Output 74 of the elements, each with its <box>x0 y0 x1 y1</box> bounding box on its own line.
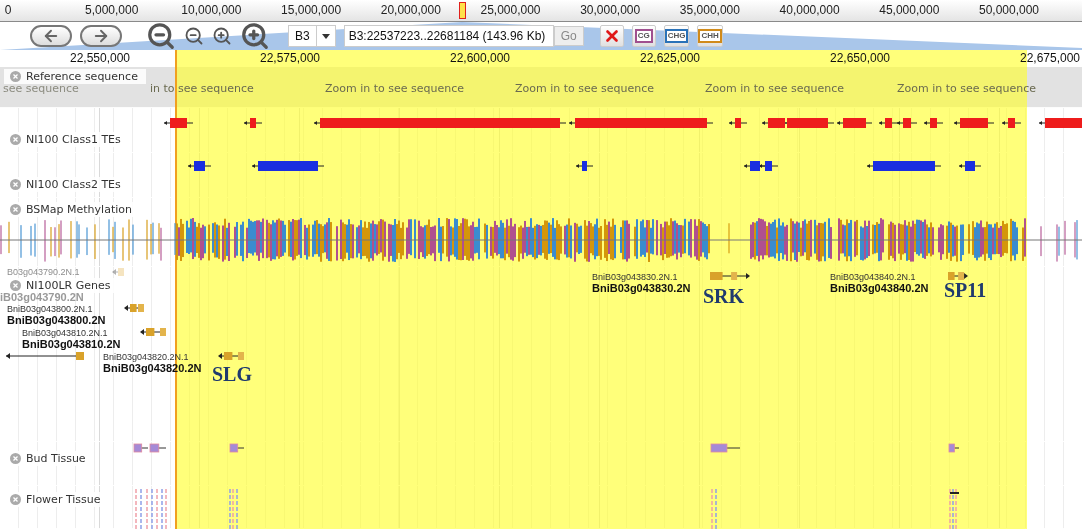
gene-symbol: iB03g043790.2N <box>0 291 84 303</box>
overview-tick-label: 35,000,000 <box>679 3 740 17</box>
ruler-tick-label: 22,550,000 <box>69 51 131 65</box>
gene-model-icon <box>708 271 750 281</box>
zoom-in-button[interactable] <box>212 26 232 46</box>
gene-name: BniB03g043830.2N.1 <box>592 272 678 282</box>
gene-model-icon <box>6 351 86 361</box>
overview-tick-label: 5,000,000 <box>85 3 139 17</box>
zoom-out-button[interactable] <box>184 26 204 46</box>
track-name: NI100LR Genes <box>26 279 111 292</box>
sequence-message: see sequence <box>3 82 79 95</box>
gene-symbol: BniB03g043800.2N <box>7 314 106 326</box>
overview-tick-label: 10,000,000 <box>181 3 242 17</box>
overview-tick-label: 45,000,000 <box>879 3 940 17</box>
zoom-out-icon <box>184 26 204 46</box>
close-icon[interactable] <box>10 71 21 82</box>
sequence-message: Zoom in to see sequence <box>705 82 845 95</box>
sequence-message: in to see sequence <box>150 82 254 95</box>
close-icon[interactable] <box>10 494 21 505</box>
overview-tick-label: 30,000,000 <box>580 3 641 17</box>
track-name: NI100 Class2 TEs <box>26 178 121 191</box>
zoom-in-button[interactable] <box>240 21 270 51</box>
gene-model-icon <box>112 267 126 277</box>
gene-symbol: BniB03g043810.2N <box>22 338 121 350</box>
gene-model-icon <box>946 271 968 281</box>
ruler-tick-label: 22,625,000 <box>639 51 701 65</box>
zoom-out-button[interactable] <box>146 21 176 51</box>
context-filter-button[interactable]: CHG <box>663 25 690 47</box>
overview-tick-label: 25,000,000 <box>480 3 541 17</box>
track-name: Reference sequence <box>26 70 138 83</box>
track-name: Bud Tissue <box>26 452 86 465</box>
ruler-tick-label: 22,650,000 <box>829 51 891 65</box>
caret-icon <box>321 33 330 39</box>
gene-name: BniB03g043810.2N.1 <box>22 328 108 338</box>
overview-tick-label: 50,000,000 <box>978 3 1040 17</box>
context-filter-button[interactable]: CG <box>631 25 656 47</box>
gene-name: B03g043790.2N.1 <box>7 267 80 277</box>
overview-tick-label: 0 <box>4 3 12 17</box>
gene-model-icon <box>124 303 146 313</box>
gene-model-icon <box>140 327 168 337</box>
gene-symbol: BniB03g043830.2N <box>592 282 691 294</box>
back-button[interactable] <box>30 25 72 47</box>
sequence-message: Zoom in to see sequence <box>325 82 465 95</box>
close-icon[interactable] <box>10 453 21 464</box>
close-icon[interactable] <box>10 280 21 291</box>
zoom-out-icon <box>146 21 176 51</box>
context-filter-button[interactable]: CHH <box>697 25 723 47</box>
gene-symbol: BniB03g043840.2N <box>830 282 929 294</box>
gene-model-icon <box>218 351 246 361</box>
close-icon[interactable] <box>10 134 21 145</box>
track-name: BSMap Methylation <box>26 203 132 216</box>
zoom-in-icon <box>240 21 270 51</box>
overview-tick-label: 20,000,000 <box>380 3 441 17</box>
forward-button[interactable] <box>80 25 122 47</box>
zoom-in-icon <box>212 26 232 46</box>
clear-highlight-button[interactable] <box>599 25 624 47</box>
location-field[interactable]: B3:22537223..22681184 (143.96 Kb) <box>343 25 554 47</box>
ruler-tick-label: 22,600,000 <box>449 51 511 65</box>
close-icon[interactable] <box>10 204 21 215</box>
gene-name: BniB03g043800.2N.1 <box>7 304 93 314</box>
overview-tick-label: 40,000,000 <box>779 3 840 17</box>
ruler-tick-label: 22,575,000 <box>259 51 321 65</box>
track-name: NI100 Class1 TEs <box>26 133 121 146</box>
refseq-select[interactable]: B3 <box>288 25 336 47</box>
gene-name: BniB03g043840.2N.1 <box>830 272 916 282</box>
sequence-message: Zoom in to see sequence <box>515 82 655 95</box>
gene-annotation: SP11 <box>944 279 987 302</box>
gene-annotation: SLG <box>212 363 253 386</box>
gene-annotation: SRK <box>703 285 745 308</box>
overview-tick-label: 15,000,000 <box>281 3 342 17</box>
position-marker[interactable] <box>459 2 466 19</box>
close-icon[interactable] <box>10 179 21 190</box>
track-name: Flower Tissue <box>26 493 101 506</box>
arrow-right-icon <box>92 27 110 45</box>
